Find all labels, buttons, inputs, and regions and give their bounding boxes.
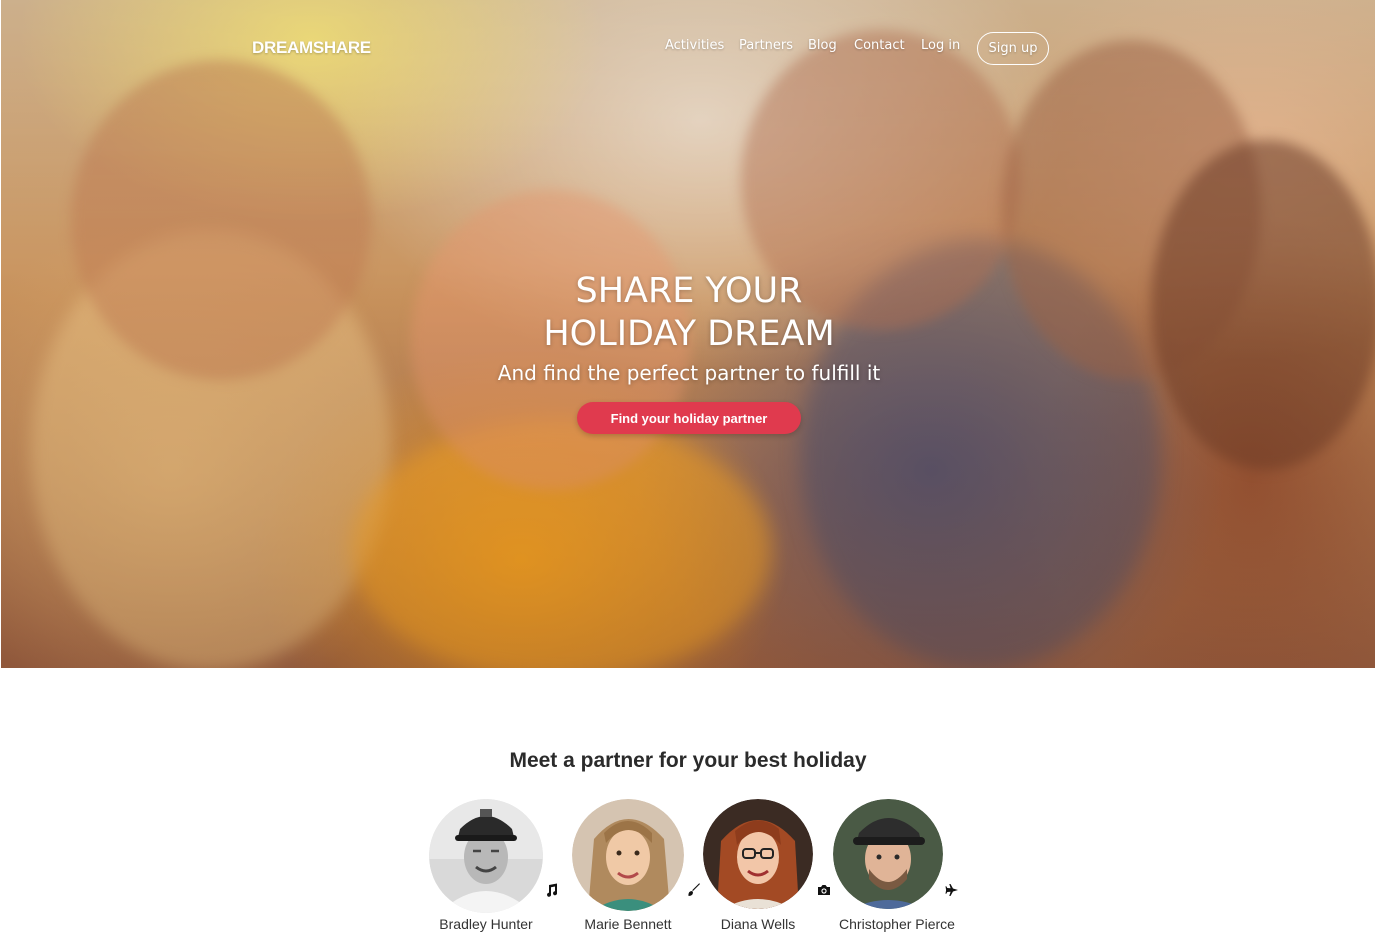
- partner-card[interactable]: Diana Wells: [688, 799, 830, 932]
- nav-link-login[interactable]: Log in: [921, 38, 960, 53]
- partners-section-title: Meet a partner for your best holiday: [509, 749, 867, 772]
- partner-card[interactable]: Marie Bennett: [558, 799, 700, 932]
- avatar[interactable]: [703, 799, 813, 909]
- partner-name[interactable]: Diana Wells: [688, 916, 828, 932]
- hero-title: SHARE YOUR HOLIDAY DREAM: [1, 270, 1375, 356]
- main-nav: Activities Partners Blog Contact Log in: [1, 38, 1375, 58]
- nav-link-contact[interactable]: Contact: [854, 38, 905, 53]
- airplane-icon: [945, 884, 958, 896]
- partner-card[interactable]: Bradley Hunter: [416, 799, 558, 932]
- find-partner-button[interactable]: Find your holiday partner: [577, 402, 801, 434]
- signup-button[interactable]: Sign up: [977, 32, 1049, 65]
- avatar[interactable]: [572, 799, 684, 911]
- hero-title-line1: SHARE YOUR: [575, 271, 803, 311]
- avatar[interactable]: [429, 799, 543, 913]
- partner-card[interactable]: Christopher Pierce: [818, 799, 976, 932]
- partner-name[interactable]: Marie Bennett: [558, 916, 698, 932]
- partner-name[interactable]: Bradley Hunter: [416, 916, 556, 932]
- nav-link-partners[interactable]: Partners: [739, 38, 793, 53]
- avatar[interactable]: [833, 799, 943, 909]
- nav-link-activities[interactable]: Activities: [665, 38, 724, 53]
- music-note-icon: [547, 883, 558, 897]
- nav-link-blog[interactable]: Blog: [808, 38, 837, 53]
- hero-subtitle: And find the perfect partner to fulfill …: [497, 361, 881, 385]
- hero-title-line2: HOLIDAY DREAM: [543, 314, 835, 354]
- partner-name[interactable]: Christopher Pierce: [818, 916, 976, 932]
- hero-banner: DREAMSHARE Activities Partners Blog Cont…: [1, 0, 1375, 668]
